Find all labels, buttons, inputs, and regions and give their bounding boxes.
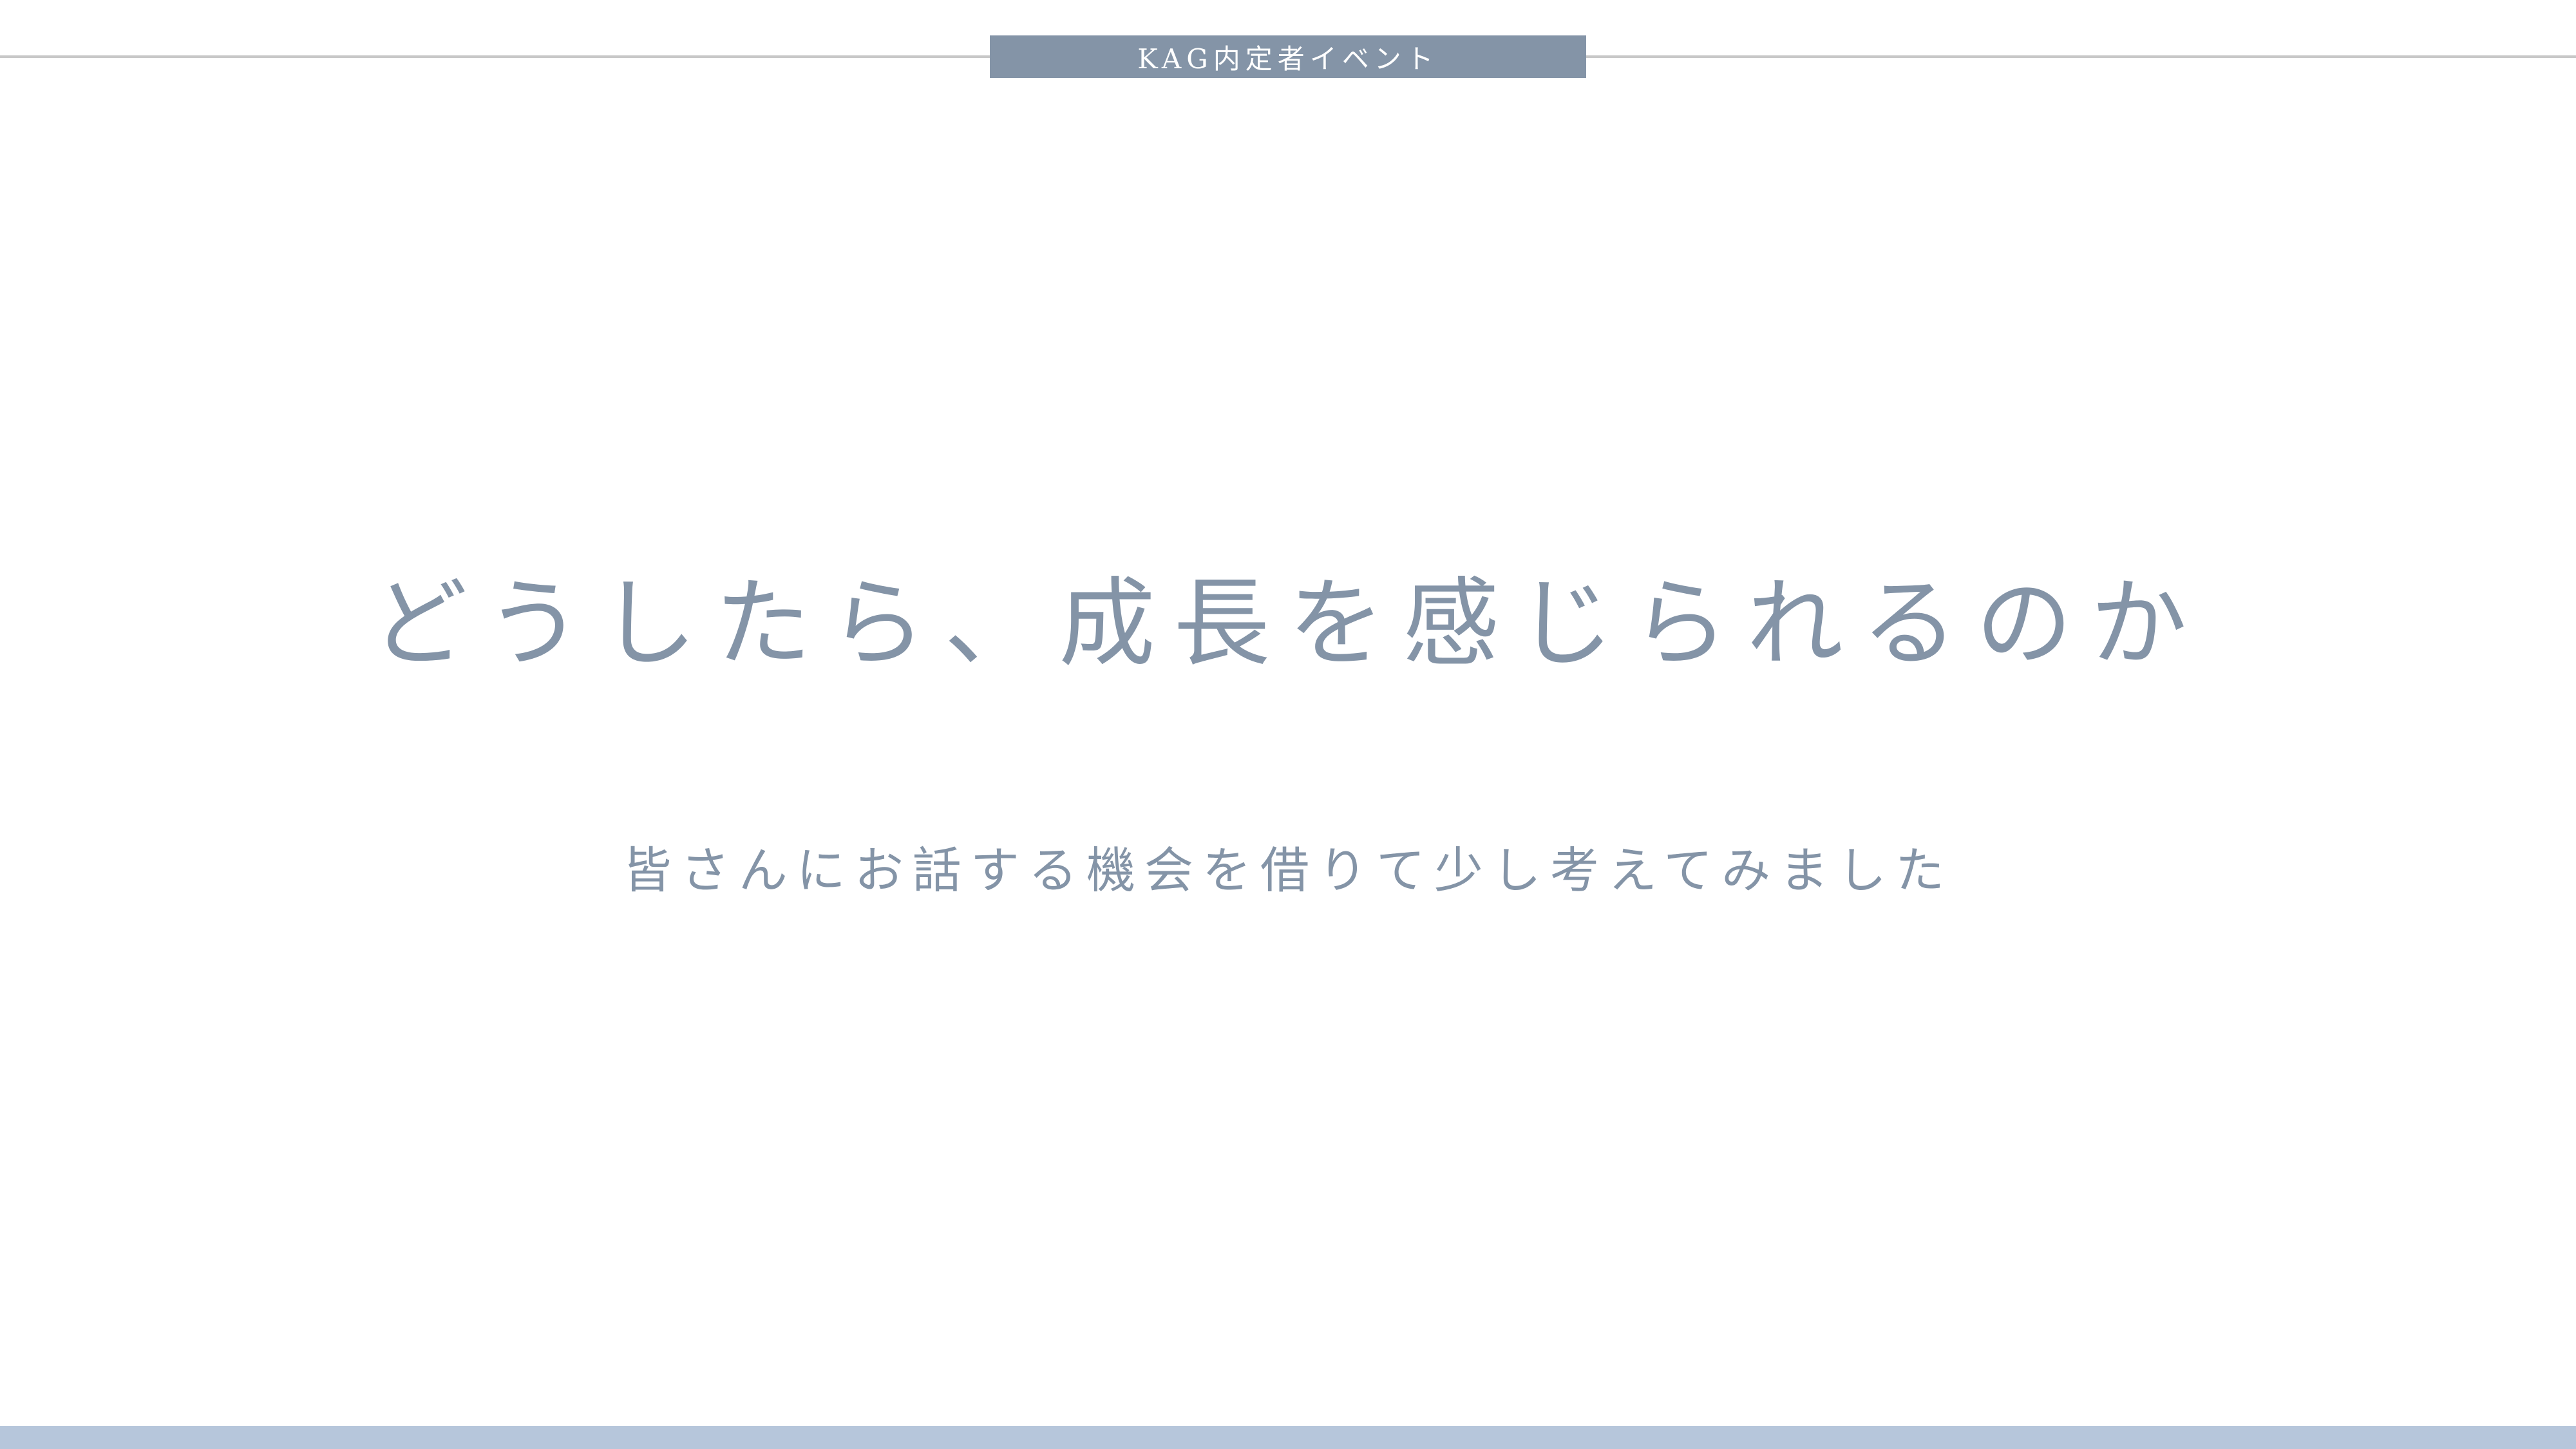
header-label-text: KAG内定者イベント: [1137, 43, 1439, 75]
footer-bar: [0, 1426, 2576, 1449]
header-label: KAG内定者イベント: [990, 35, 1586, 78]
slide-subtitle-text: 皆さんにお話する機会を借りて少し考えてみました: [622, 842, 1954, 899]
slide-title-text: どうしたら、成長を感じられるのか: [370, 567, 2205, 680]
slide-title: どうしたら、成長を感じられるのか: [0, 551, 2576, 680]
slide-subtitle: 皆さんにお話する機会を借りて少し考えてみました: [0, 828, 2576, 905]
